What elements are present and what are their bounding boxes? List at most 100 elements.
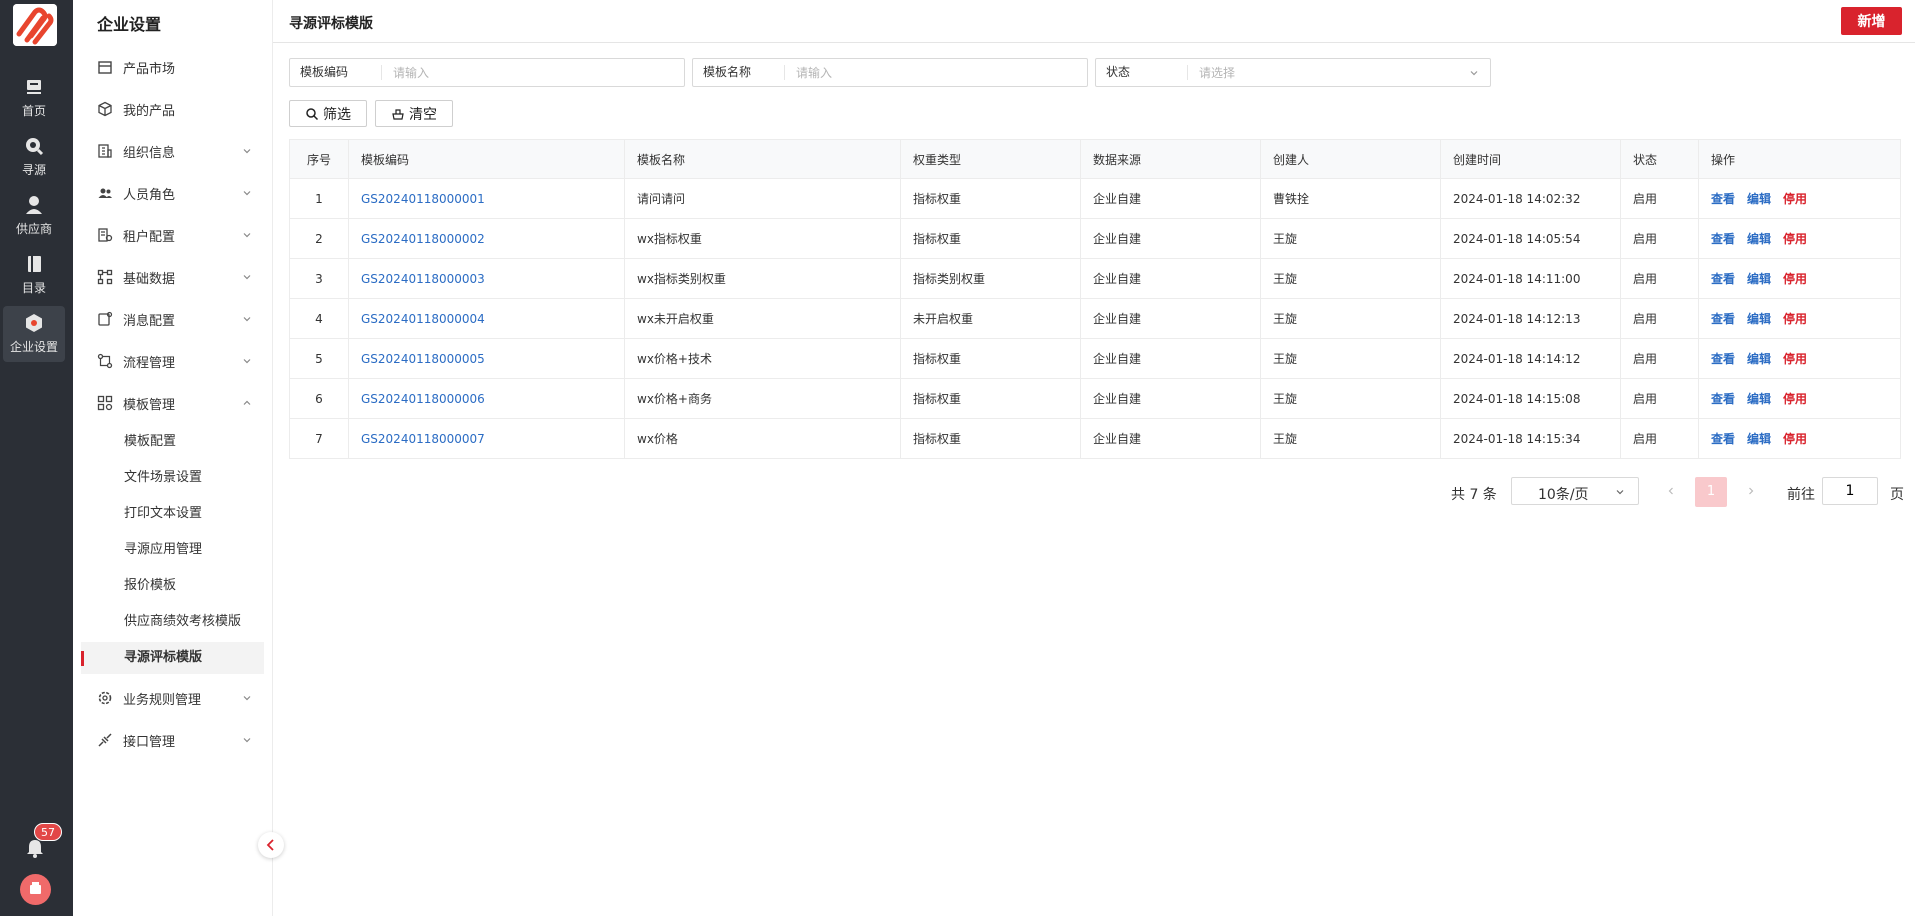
users-icon xyxy=(98,188,112,198)
eraser-icon xyxy=(392,108,404,120)
sidebar-subitem-print-text[interactable]: 打印文本设置 xyxy=(73,498,273,530)
sidebar-item-product-market[interactable]: 产品市场 xyxy=(73,51,273,83)
cell-time: 2024-01-18 14:11:00 xyxy=(1440,258,1621,299)
sidebar-subitem-quote-template[interactable]: 报价模板 xyxy=(73,570,273,602)
filter-template-code: 模板编码 xyxy=(289,58,685,87)
disable-button[interactable]: 停用 xyxy=(1783,232,1807,246)
cell-time: 2024-01-18 14:14:12 xyxy=(1440,338,1621,379)
clear-button-label: 清空 xyxy=(409,106,437,123)
disable-button[interactable]: 停用 xyxy=(1783,432,1807,446)
view-button[interactable]: 查看 xyxy=(1711,272,1735,286)
cell-time: 2024-01-18 14:12:13 xyxy=(1440,298,1621,339)
cell-creator: 王旋 xyxy=(1260,218,1441,259)
sidebar-item-message-config[interactable]: 消息配置 xyxy=(73,303,273,335)
sidebar-item-template-management[interactable]: 模板管理 xyxy=(73,387,273,419)
cell-creator: 王旋 xyxy=(1260,338,1441,379)
add-button[interactable]: 新增 xyxy=(1841,7,1902,35)
sidebar-subitem-file-scene[interactable]: 文件场景设置 xyxy=(73,462,273,494)
template-code-link[interactable]: GS20240118000007 xyxy=(361,432,485,446)
view-button[interactable]: 查看 xyxy=(1711,192,1735,206)
template-code-link[interactable]: GS20240118000004 xyxy=(361,312,485,326)
disable-button[interactable]: 停用 xyxy=(1783,272,1807,286)
disable-button[interactable]: 停用 xyxy=(1783,352,1807,366)
cell-time: 2024-01-18 14:05:54 xyxy=(1440,218,1621,259)
sidebar-item-tenant-config[interactable]: 租户配置 xyxy=(73,219,273,251)
page-number-current[interactable]: 1 xyxy=(1695,477,1727,507)
template-code-input[interactable] xyxy=(382,65,672,80)
template-code-link[interactable]: GS20240118000003 xyxy=(361,272,485,286)
template-code-link[interactable]: GS20240118000001 xyxy=(361,192,485,206)
goto-page-input[interactable] xyxy=(1822,477,1878,505)
chevron-down-icon xyxy=(243,738,251,743)
rail-item-supplier[interactable]: 供应商 xyxy=(3,188,65,244)
column-header: 数据来源 xyxy=(1080,139,1261,179)
sidebar-item-people-roles[interactable]: 人员角色 xyxy=(73,177,273,209)
chevron-left-icon[interactable] xyxy=(1665,485,1677,497)
enterprise-settings-icon xyxy=(26,314,42,332)
rail-item-home[interactable]: 首页 xyxy=(3,70,65,126)
clear-button[interactable]: 清空 xyxy=(375,100,453,127)
disable-button[interactable]: 停用 xyxy=(1783,312,1807,326)
filter-label: 模板编码 xyxy=(290,65,382,80)
sidebar-item-interface-management[interactable]: 接口管理 xyxy=(73,724,273,756)
cell-weight: 指标权重 xyxy=(900,378,1081,419)
sidebar-subitem-sourcing-eval[interactable]: 寻源评标模版 xyxy=(81,642,264,674)
cell-status: 启用 xyxy=(1620,338,1699,379)
template-name-input[interactable] xyxy=(785,65,1075,80)
sidebar-item-my-products[interactable]: 我的产品 xyxy=(73,93,273,125)
sidebar-item-label: 基础数据 xyxy=(123,271,176,287)
view-button[interactable]: 查看 xyxy=(1711,232,1735,246)
view-button[interactable]: 查看 xyxy=(1711,392,1735,406)
status-select[interactable]: 状态 请选择 xyxy=(1095,58,1491,87)
edit-button[interactable]: 编辑 xyxy=(1747,192,1771,206)
sidebar-subitem-template-config[interactable]: 模板配置 xyxy=(73,426,273,458)
sidebar-item-label: 组织信息 xyxy=(123,145,176,161)
search-button[interactable]: 筛选 xyxy=(289,100,367,127)
message-icon xyxy=(98,311,113,326)
chevron-down-icon xyxy=(243,191,251,196)
view-button[interactable]: 查看 xyxy=(1711,432,1735,446)
template-code-link[interactable]: GS20240118000005 xyxy=(361,352,485,366)
sidebar-item-label: 人员角色 xyxy=(123,187,176,203)
disable-button[interactable]: 停用 xyxy=(1783,392,1807,406)
edit-button[interactable]: 编辑 xyxy=(1747,272,1771,286)
column-header: 操作 xyxy=(1698,139,1901,179)
cell-creator: 王旋 xyxy=(1260,258,1441,299)
cell-no: 4 xyxy=(289,298,349,339)
disable-button[interactable]: 停用 xyxy=(1783,192,1807,206)
table-row: 5 GS20240118000005 wx价格+技术 指标权重 企业自建 王旋 … xyxy=(289,338,1901,379)
rail-item-catalog[interactable]: 目录 xyxy=(3,247,65,303)
edit-button[interactable]: 编辑 xyxy=(1747,312,1771,326)
view-button[interactable]: 查看 xyxy=(1711,312,1735,326)
avatar[interactable] xyxy=(20,874,51,905)
edit-button[interactable]: 编辑 xyxy=(1747,432,1771,446)
cell-source: 企业自建 xyxy=(1080,338,1261,379)
rail-item-enterprise-settings[interactable]: 企业设置 xyxy=(3,306,65,362)
edit-button[interactable]: 编辑 xyxy=(1747,392,1771,406)
page-size-select[interactable]: 10条/页 xyxy=(1511,477,1639,505)
table-row: 4 GS20240118000004 wx未开启权重 未开启权重 企业自建 王旋… xyxy=(289,298,1901,339)
sidebar-item-business-rules[interactable]: 业务规则管理 xyxy=(73,682,273,714)
template-code-link[interactable]: GS20240118000006 xyxy=(361,392,485,406)
page-suffix: 页 xyxy=(1890,487,1904,503)
cell-source: 企业自建 xyxy=(1080,298,1261,339)
building-icon xyxy=(98,144,112,158)
sidebar-item-base-data[interactable]: 基础数据 xyxy=(73,261,273,293)
template-code-link[interactable]: GS20240118000002 xyxy=(361,232,485,246)
chevron-right-icon[interactable] xyxy=(1745,485,1757,497)
chevron-down-icon xyxy=(243,149,251,154)
sidebar-item-org-info[interactable]: 组织信息 xyxy=(73,135,273,167)
search-icon xyxy=(306,107,319,120)
table-row: 7 GS20240118000007 wx价格 指标权重 企业自建 王旋 202… xyxy=(289,418,1901,459)
edit-button[interactable]: 编辑 xyxy=(1747,232,1771,246)
sidebar-subitem-sourcing-app[interactable]: 寻源应用管理 xyxy=(73,534,273,566)
brand-logo-icon[interactable] xyxy=(13,4,57,46)
view-button[interactable]: 查看 xyxy=(1711,352,1735,366)
sidebar-subitem-supplier-perf[interactable]: 供应商绩效考核模版 xyxy=(73,606,273,638)
sidebar-item-process-management[interactable]: 流程管理 xyxy=(73,345,273,377)
rail-item-sourcing[interactable]: 寻源 xyxy=(3,129,65,185)
cell-creator: 王旋 xyxy=(1260,418,1441,459)
edit-button[interactable]: 编辑 xyxy=(1747,352,1771,366)
table-row: 6 GS20240118000006 wx价格+商务 指标权重 企业自建 王旋 … xyxy=(289,378,1901,419)
cell-name: wx指标权重 xyxy=(624,218,901,259)
